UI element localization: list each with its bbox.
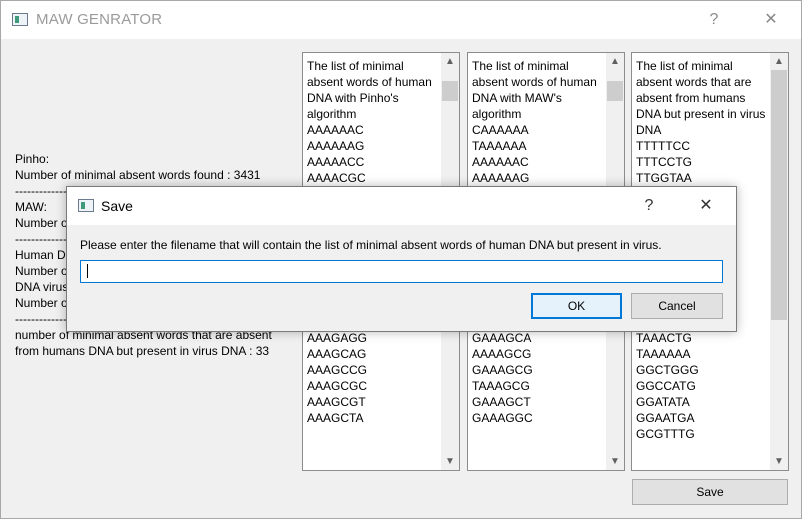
scroll-thumb[interactable] <box>442 80 458 101</box>
list-item[interactable]: GGCCATG <box>636 378 768 394</box>
list-item[interactable]: TAAAAAA <box>472 138 604 154</box>
dialog-message: Please enter the filename that will cont… <box>80 238 662 252</box>
list-item[interactable]: AAAAAAC <box>307 122 439 138</box>
list-header: The list of minimal absent words of huma… <box>472 59 597 121</box>
save-dialog: Save ? ✕ Please enter the filename that … <box>66 186 737 332</box>
list-item[interactable]: GGAATGA <box>636 410 768 426</box>
scroll-down-icon[interactable]: ▼ <box>606 453 624 470</box>
list-item[interactable]: TAAAAAA <box>636 346 768 362</box>
list-item[interactable]: GCGTTTG <box>636 426 768 442</box>
list-item[interactable]: GGCTGGG <box>636 362 768 378</box>
save-button[interactable]: Save <box>632 479 788 505</box>
scrollbar[interactable]: ▲ ▼ <box>770 53 788 470</box>
ok-button[interactable]: OK <box>531 293 622 319</box>
scroll-up-icon[interactable]: ▲ <box>770 53 788 70</box>
scroll-thumb[interactable] <box>771 70 787 320</box>
list-header: The list of minimal absent words that ar… <box>636 59 766 137</box>
summary-line: DNA virus <box>15 280 69 294</box>
list-item[interactable]: AAAAACC <box>307 154 439 170</box>
list-item[interactable]: AAAAAAG <box>472 170 604 186</box>
summary-line: from humans DNA but present in virus DNA… <box>15 344 270 358</box>
list-item[interactable]: TTTCCTG <box>636 154 768 170</box>
scroll-down-icon[interactable]: ▼ <box>770 453 788 470</box>
list-item[interactable]: TAAACTG <box>636 330 768 346</box>
list-item[interactable]: TTGGTAA <box>636 170 768 186</box>
summary-line: Number of minimal absent words found : 3… <box>15 168 261 182</box>
app-icon <box>12 13 28 26</box>
summary-line: Pinho: <box>15 152 50 166</box>
dialog-app-icon <box>78 199 94 212</box>
list-item[interactable]: CAAAAAA <box>472 122 604 138</box>
list-item[interactable]: GAAAGCG <box>472 362 604 378</box>
cancel-button[interactable]: Cancel <box>631 293 723 319</box>
list-item[interactable]: AAAGCGC <box>307 378 439 394</box>
list-item[interactable]: GAAAGGC <box>472 410 604 426</box>
list-item[interactable]: AAAAAAC <box>472 154 604 170</box>
list-item[interactable]: AAAGCAG <box>307 346 439 362</box>
list-item[interactable]: GAAAGCA <box>472 330 604 346</box>
text-caret <box>87 264 88 278</box>
dialog-help-button[interactable]: ? <box>634 194 664 218</box>
scroll-down-icon[interactable]: ▼ <box>441 453 459 470</box>
help-button[interactable]: ? <box>699 8 729 32</box>
list-header: The list of minimal absent words of huma… <box>307 59 432 121</box>
list-item[interactable]: GGATATA <box>636 394 768 410</box>
list-item[interactable]: AAAGCCG <box>307 362 439 378</box>
list-item[interactable]: AAAGCTA <box>307 410 439 426</box>
list-item[interactable]: TAAAGCG <box>472 378 604 394</box>
window-title: MAW GENRATOR <box>36 11 163 28</box>
list-item[interactable]: AAAAAAG <box>307 138 439 154</box>
scroll-thumb[interactable] <box>607 80 623 101</box>
list-item[interactable]: AAAGAGG <box>307 330 439 346</box>
summary-line: MAW: <box>15 200 47 214</box>
title-bar: MAW GENRATOR ? ✕ <box>1 1 801 39</box>
close-button[interactable]: ✕ <box>756 8 786 32</box>
list-item[interactable]: AAAACGC <box>307 170 439 186</box>
list-item[interactable]: AAAAGCG <box>472 346 604 362</box>
scroll-up-icon[interactable]: ▲ <box>606 53 624 70</box>
list-item[interactable]: GAAAGCT <box>472 394 604 410</box>
list-item[interactable]: AAAGCGT <box>307 394 439 410</box>
list-item[interactable]: TTTTTCC <box>636 138 768 154</box>
scroll-up-icon[interactable]: ▲ <box>441 53 459 70</box>
dialog-close-button[interactable]: ✕ <box>691 194 721 218</box>
dialog-title: Save <box>101 198 133 214</box>
filename-input[interactable] <box>80 260 723 283</box>
dialog-title-bar: Save ? ✕ <box>67 187 736 225</box>
